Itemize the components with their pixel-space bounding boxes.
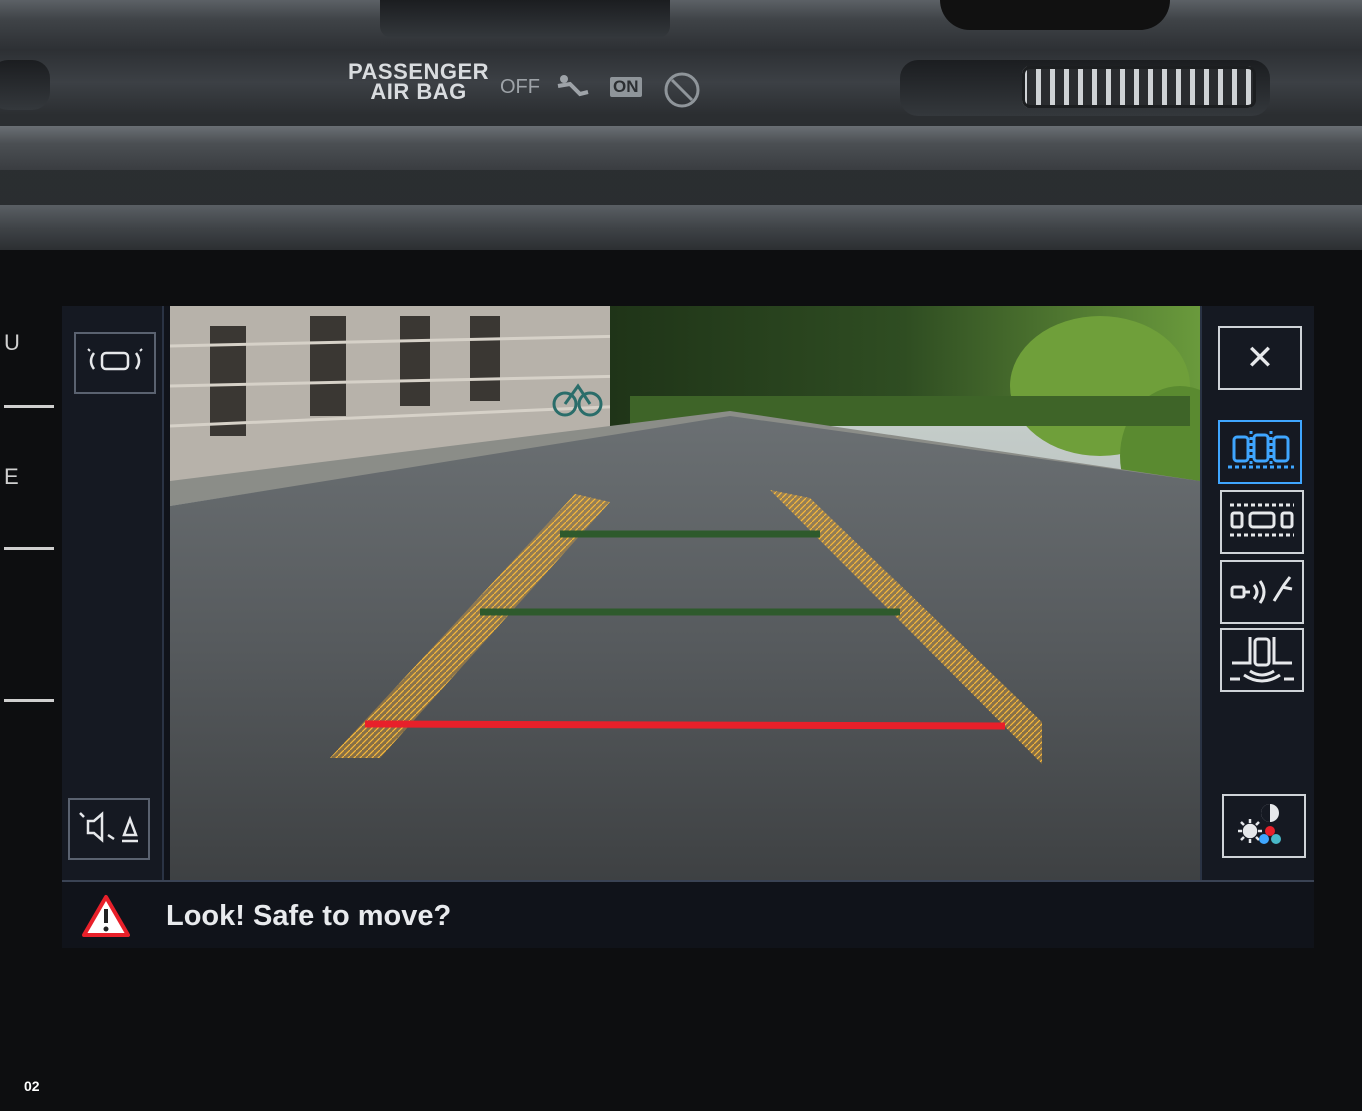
close-icon: ✕ (1245, 339, 1275, 377)
airbag-label: PASSENGER AIR BAG (348, 59, 490, 104)
trailer-assist-button[interactable] (1220, 560, 1304, 624)
trim-rail (0, 126, 1362, 170)
warning-icon (82, 894, 130, 943)
trim-rail-lower (0, 205, 1362, 251)
top-knob (940, 0, 1170, 30)
parking-mode-rear-icon (1224, 427, 1296, 478)
airbag-disabled-icon (662, 70, 702, 115)
close-button[interactable]: ✕ (1218, 326, 1302, 390)
park-sensor-button[interactable] (74, 332, 156, 394)
distance-line-near (364, 720, 1006, 730)
road (170, 416, 1200, 880)
page-number: 02 (24, 1078, 40, 1094)
warning-bar: Look! Safe to move? (62, 880, 1314, 948)
parking-mode-rear-button[interactable] (1218, 420, 1302, 484)
parking-mode-cross-icon (1226, 497, 1298, 548)
right-panel: ✕ (1200, 306, 1314, 880)
side-divider (4, 405, 54, 408)
warning-message: Look! Safe to move? (166, 900, 452, 932)
side-button-label[interactable]: E (4, 464, 19, 490)
side-divider (4, 699, 54, 702)
dashboard-trim: PASSENGER AIR BAG OFF ON (0, 0, 1362, 251)
parking-mode-cross-button[interactable] (1220, 490, 1304, 554)
trailer-assist-icon (1226, 567, 1298, 618)
airbag-seat-icon (550, 72, 594, 107)
display-settings-icon (1228, 799, 1300, 854)
airbag-on-indicator: ON (610, 77, 642, 97)
mute-sound-icon (74, 807, 144, 852)
side-divider (4, 547, 54, 550)
vent-thumbwheel[interactable] (1022, 66, 1256, 108)
side-button-label[interactable]: U (4, 330, 20, 356)
park-sensor-icon (80, 341, 150, 386)
left-vent (0, 60, 50, 110)
rear-camera-view (170, 306, 1200, 880)
airbag-off-label: OFF (500, 76, 540, 98)
display-settings-button[interactable] (1222, 794, 1306, 858)
area-view-button[interactable] (1220, 628, 1304, 692)
area-view-icon (1226, 633, 1298, 688)
left-panel (62, 306, 164, 880)
mute-sound-button[interactable] (68, 798, 150, 860)
infotainment-screen: ✕ Look! Safe to move? (62, 306, 1314, 948)
center-vent (380, 0, 670, 38)
